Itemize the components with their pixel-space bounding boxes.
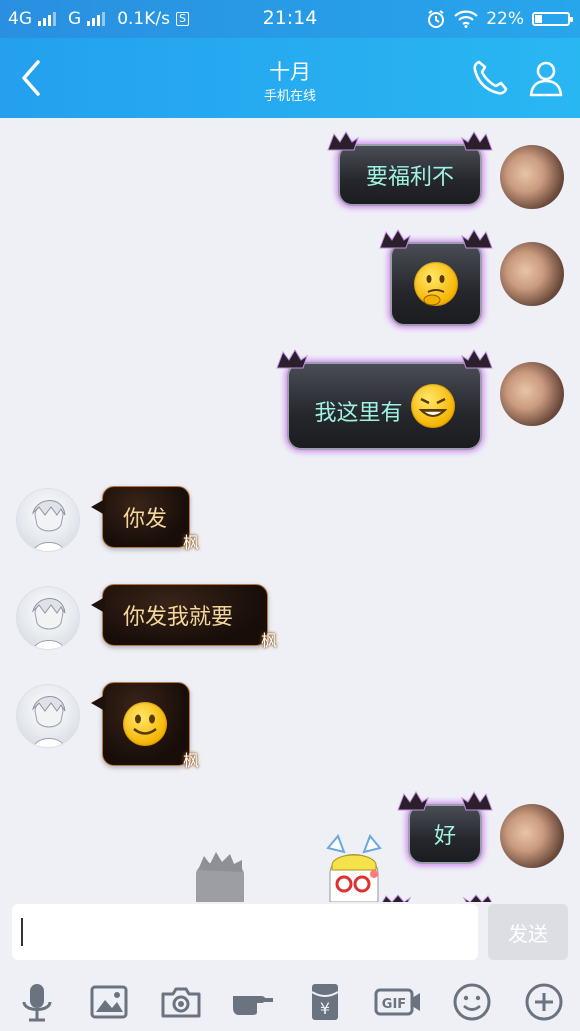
bubble-signature: 枫 [182, 751, 199, 770]
status-bar: 4G G 0.1K/s S 21:14 22% [0, 0, 580, 38]
bat-wing-decoration [397, 791, 429, 811]
image-icon[interactable] [87, 980, 131, 1024]
bat-wing-decoration [327, 131, 359, 151]
contact-avatar[interactable] [16, 684, 80, 748]
my-avatar[interactable] [500, 804, 564, 868]
my-avatar[interactable] [500, 145, 564, 209]
emoji-icon[interactable] [450, 980, 494, 1024]
composer: 发送 [0, 902, 580, 972]
bat-wing-decoration [381, 894, 412, 902]
grin-smiley-icon [410, 384, 455, 428]
red-packet-icon[interactable]: ¥ [303, 980, 347, 1024]
message-input[interactable] [12, 904, 478, 960]
input-toolbar: ¥ GIF [0, 972, 580, 1031]
my-avatar[interactable] [500, 362, 564, 426]
bat-wing-decoration [461, 229, 493, 249]
my-avatar[interactable] [500, 242, 564, 306]
contact-avatar[interactable] [16, 586, 80, 650]
bat-wing-decoration [379, 229, 411, 249]
battery-fill [535, 15, 542, 23]
profile-icon[interactable] [526, 58, 566, 98]
battery-percent: 22% [486, 9, 524, 29]
cartoon-character-decoration [326, 834, 382, 902]
bubble-signature: 枫 [182, 533, 199, 552]
message-text: 我这里有 [314, 401, 403, 426]
battery-icon [532, 12, 573, 26]
message-text: 你发我就要 [123, 605, 234, 630]
bat-wing-decoration [461, 791, 493, 811]
chat-header: 十月 手机在线 [0, 38, 580, 118]
poke-hand-icon[interactable] [231, 980, 275, 1024]
message-text: 好 [433, 824, 456, 849]
message-bubble-sent[interactable]: 要福利不 [327, 131, 493, 206]
message-bubble-sent[interactable]: 好 [397, 791, 493, 864]
bubble-signature: 枫 [260, 631, 277, 650]
message-bubble-sent[interactable] [379, 229, 493, 326]
camera-icon[interactable] [159, 980, 203, 1024]
message-bubble-sent[interactable]: 我这里有 [276, 349, 493, 450]
status-right: 22% [426, 9, 573, 29]
message-bubble-received[interactable]: 你发 枫 [91, 486, 199, 552]
message-bubble-received[interactable]: 枫 [91, 682, 199, 770]
message-text: 你发 [123, 507, 168, 532]
gif-icon[interactable]: GIF [374, 980, 422, 1024]
microphone-icon[interactable] [15, 980, 59, 1024]
bat-wing-decoration [462, 894, 493, 902]
message-text: 要福利不 [365, 165, 454, 190]
contact-avatar[interactable] [16, 488, 80, 552]
wifi-icon [454, 10, 478, 28]
plus-icon[interactable] [522, 980, 566, 1024]
gif-label: GIF [382, 997, 406, 1012]
bat-wing-decoration [276, 349, 308, 369]
alarm-icon [428, 10, 445, 28]
message-list[interactable]: 要福利不 我这里有 你发 枫 你发我就要 枫 枫 好 [0, 118, 580, 902]
thinking-smiley-icon [414, 262, 458, 306]
send-button[interactable]: 发送 [488, 904, 568, 960]
peeking-figure-decoration [196, 852, 244, 902]
smile-smiley-icon [123, 702, 167, 746]
message-bubble-received[interactable]: 你发我就要 枫 [91, 584, 277, 650]
phone-call-icon[interactable] [470, 58, 510, 98]
bat-wing-decoration [461, 349, 493, 369]
bat-wing-decoration [461, 131, 493, 151]
text-caret [21, 918, 23, 946]
svg-text:¥: ¥ [320, 999, 330, 1018]
